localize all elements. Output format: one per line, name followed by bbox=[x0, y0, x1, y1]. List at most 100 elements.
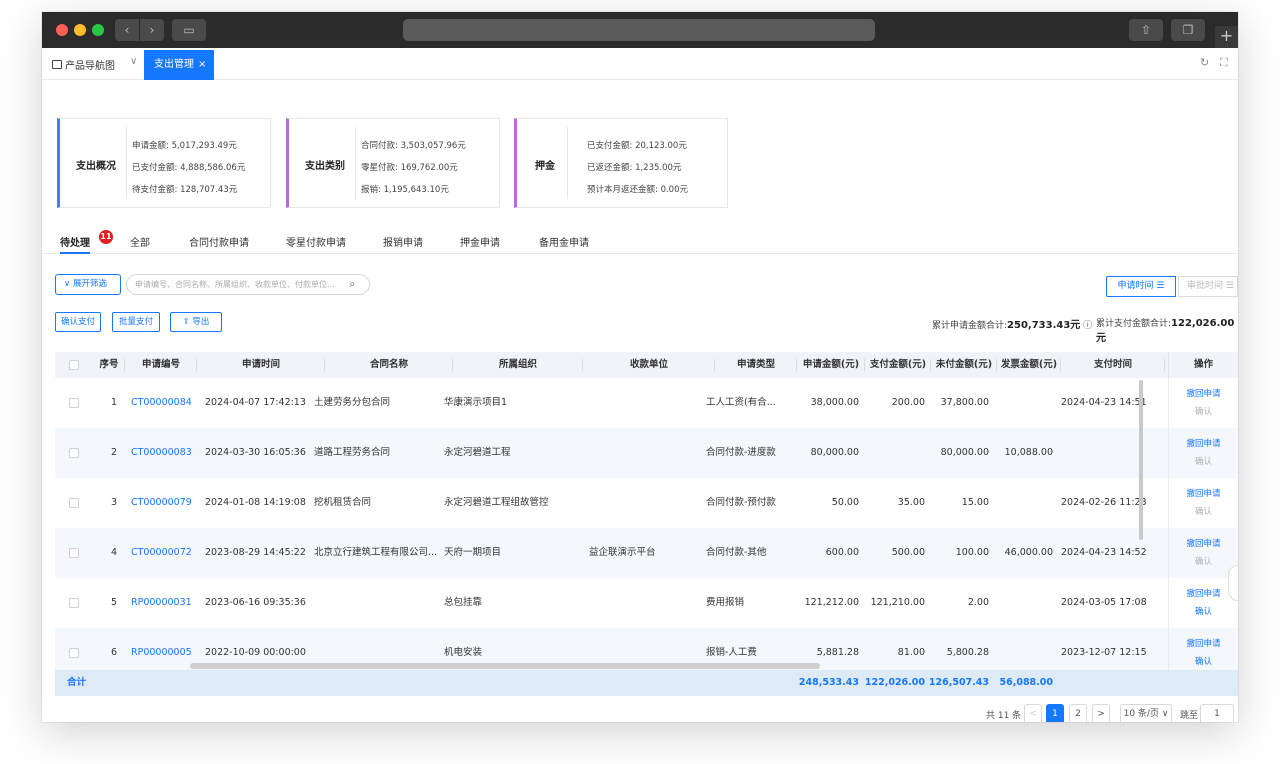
row-checkbox[interactable] bbox=[69, 548, 79, 558]
cell-apply: 38,000.00 bbox=[810, 397, 859, 408]
confirm-link[interactable]: 确认 bbox=[1169, 655, 1238, 667]
total-paid-label: 累计支付金额合计: bbox=[1096, 319, 1172, 329]
fullscreen-icon[interactable]: ⛶ bbox=[1220, 56, 1228, 70]
expand-filter-button[interactable]: ∨ 展开筛选 bbox=[55, 274, 121, 295]
confirm-link[interactable]: 确认 bbox=[1169, 605, 1238, 617]
tab-petty-cash[interactable]: 备用金申请 bbox=[539, 234, 589, 249]
withdraw-link[interactable]: 撤回申请 bbox=[1169, 637, 1238, 649]
table-row[interactable]: 3 CT00000079 2024-01-08 14:19:08 挖机租赁合同 … bbox=[55, 478, 1238, 528]
table-row[interactable]: 2 CT00000083 2024-03-30 16:05:36 道路工程劳务合… bbox=[55, 428, 1238, 478]
tab-all[interactable]: 全部 bbox=[130, 234, 150, 249]
cell-contract: 挖机租赁合同 bbox=[314, 497, 372, 508]
cell-code-link[interactable]: CT00000084 bbox=[131, 378, 197, 428]
zoom-window-button[interactable] bbox=[92, 24, 104, 36]
cell-org: 永定河碧道工程组故管控 bbox=[444, 497, 549, 508]
sort-apply-time-button[interactable]: 申请时间 ☰ bbox=[1106, 276, 1176, 297]
table-row[interactable]: 5 RP00000031 2023-06-16 09:35:36 总包挂靠 费用… bbox=[55, 578, 1238, 628]
page-button[interactable]: 2 bbox=[1069, 704, 1087, 722]
refresh-icon[interactable]: ↻ bbox=[1200, 56, 1209, 69]
tab-contract-payment[interactable]: 合同付款申请 bbox=[189, 234, 249, 249]
address-bar[interactable] bbox=[403, 19, 875, 41]
new-tab-icon[interactable]: + bbox=[1215, 26, 1238, 48]
cell-no: 5 bbox=[110, 597, 117, 608]
share-icon[interactable]: ⇧ bbox=[1129, 19, 1163, 41]
search-input[interactable]: 申请编号、合同名称、所属组织、收款单位、付款单位... ⌕ bbox=[126, 274, 370, 295]
row-checkbox[interactable] bbox=[69, 598, 79, 608]
jump-page-input[interactable]: 1 bbox=[1200, 704, 1234, 722]
cell-payee bbox=[589, 478, 699, 528]
cell-code-link[interactable]: CT00000079 bbox=[131, 478, 197, 528]
close-window-button[interactable] bbox=[56, 24, 68, 36]
batch-pay-button[interactable]: 批量支付 bbox=[112, 312, 160, 332]
close-icon[interactable]: × bbox=[198, 59, 206, 70]
table-row[interactable]: 1 CT00000084 2024-04-07 17:42:13 土建劳务分包合… bbox=[55, 378, 1238, 428]
side-drawer-handle[interactable] bbox=[1228, 565, 1238, 601]
row-checkbox[interactable] bbox=[69, 448, 79, 458]
table-header: 序号 申请编号 申请时间 合同名称 所属组织 收款单位 申请类型 申请金额(元)… bbox=[55, 352, 1238, 378]
cell-invoice: 46,000.00 bbox=[1004, 547, 1053, 558]
table-row[interactable]: 4 CT00000072 2023-08-29 14:45:22 北京立行建筑工… bbox=[55, 528, 1238, 578]
cell-org: 华康演示项目1 bbox=[444, 397, 508, 408]
cell-no: 6 bbox=[110, 647, 117, 658]
cell-unpaid: 5,800.28 bbox=[946, 647, 989, 658]
vertical-scrollbar[interactable] bbox=[1139, 380, 1143, 540]
tab-sporadic-payment[interactable]: 零星付款申请 bbox=[286, 234, 346, 249]
col-header: 操作 bbox=[1168, 352, 1238, 378]
summary-unpaid: 126,507.43 bbox=[928, 677, 989, 688]
cell-payee bbox=[589, 428, 699, 478]
tab-deposit[interactable]: 押金申请 bbox=[460, 234, 500, 249]
card-title: 支出概况 bbox=[76, 161, 116, 172]
page-size-select[interactable]: 10 条/页 ∨ bbox=[1120, 704, 1172, 722]
col-header: 申请时间 bbox=[197, 352, 325, 378]
search-icon[interactable]: ⌕ bbox=[349, 275, 355, 294]
confirm-link[interactable]: 确认 bbox=[1169, 405, 1238, 417]
col-header: 未付金额(元) bbox=[931, 352, 997, 378]
prev-page-button[interactable]: < bbox=[1024, 704, 1042, 722]
search-placeholder: 申请编号、合同名称、所属组织、收款单位、付款单位... bbox=[135, 280, 335, 289]
sort-approve-time-button[interactable]: 审批时间 ☰ bbox=[1178, 276, 1238, 297]
back-icon[interactable]: ‹ bbox=[115, 19, 139, 41]
select-all-checkbox[interactable] bbox=[69, 360, 79, 370]
nav-home-label: 产品导航图 bbox=[65, 61, 115, 72]
card-line: 合同付款: 3,503,057.96元 bbox=[361, 141, 466, 151]
cell-invoice bbox=[989, 578, 1053, 628]
sidebar-toggle-icon[interactable]: ▭ bbox=[172, 19, 206, 41]
col-header: 合同名称 bbox=[325, 352, 453, 378]
total-apply-label: 累计申请金额合计: bbox=[932, 321, 1008, 331]
cell-code-link[interactable]: RP00000005 bbox=[131, 628, 197, 670]
card-line: 预计本月返还金额: 0.00元 bbox=[587, 185, 688, 195]
cell-paid: 81.00 bbox=[897, 647, 925, 658]
forward-icon[interactable]: › bbox=[140, 19, 164, 41]
tab-pending[interactable]: 待处理 11 bbox=[60, 230, 113, 249]
nav-home-tab[interactable]: 产品导航图 bbox=[52, 57, 115, 72]
next-page-button[interactable]: > bbox=[1092, 704, 1110, 722]
card-line: 已支付金额: 4,888,586.06元 bbox=[132, 163, 246, 173]
withdraw-link[interactable]: 撤回申请 bbox=[1169, 487, 1238, 499]
help-icon[interactable]: ⓘ bbox=[1083, 321, 1092, 331]
row-checkbox[interactable] bbox=[69, 398, 79, 408]
confirm-link[interactable]: 确认 bbox=[1169, 505, 1238, 517]
row-checkbox[interactable] bbox=[69, 648, 79, 658]
withdraw-link[interactable]: 撤回申请 bbox=[1169, 437, 1238, 449]
cell-code-link[interactable]: CT00000083 bbox=[131, 428, 197, 478]
cell-no: 2 bbox=[110, 447, 117, 458]
cell-operations: 撤回申请 确认 bbox=[1168, 628, 1238, 670]
minimize-window-button[interactable] bbox=[74, 24, 86, 36]
horizontal-scrollbar[interactable] bbox=[190, 663, 820, 669]
tabs-overview-icon[interactable]: ❐ bbox=[1171, 19, 1205, 41]
confirm-pay-button[interactable]: 确认支付 bbox=[55, 312, 101, 332]
chevron-down-icon[interactable]: ∨ bbox=[130, 56, 137, 67]
total-paid: 累计支付金额合计:122,026.00元 bbox=[1096, 316, 1238, 344]
cell-code-link[interactable]: RP00000031 bbox=[131, 578, 197, 628]
row-checkbox[interactable] bbox=[69, 498, 79, 508]
cell-code-link[interactable]: CT00000072 bbox=[131, 528, 197, 578]
browser-window: ‹ › ▭ ⇧ ❐ + 产品导航图 ∨ 支出管理 × ↻ ⛶ 支出概况 申请金额:… bbox=[42, 12, 1238, 722]
tab-reimbursement[interactable]: 报销申请 bbox=[383, 234, 423, 249]
withdraw-link[interactable]: 撤回申请 bbox=[1169, 387, 1238, 399]
withdraw-link[interactable]: 撤回申请 bbox=[1169, 537, 1238, 549]
confirm-link[interactable]: 确认 bbox=[1169, 455, 1238, 467]
export-button[interactable]: ⇪ 导出 bbox=[170, 312, 222, 332]
tab-expense-management[interactable]: 支出管理 × bbox=[144, 50, 214, 80]
page-button[interactable]: 1 bbox=[1046, 704, 1064, 722]
confirm-link[interactable]: 确认 bbox=[1169, 555, 1238, 567]
